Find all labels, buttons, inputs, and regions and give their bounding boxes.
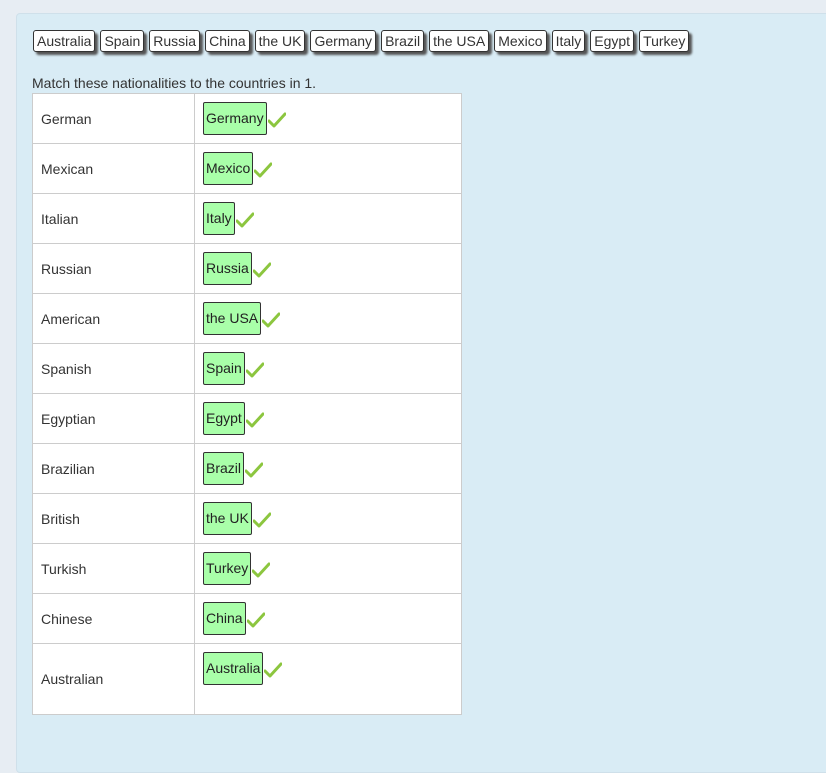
nationality-label: Chinese	[32, 593, 195, 644]
answer-drop-box[interactable]: China	[203, 602, 246, 635]
table-row: Spanish Spain	[32, 343, 462, 394]
table-row: Italian Italy	[32, 193, 462, 244]
answer-cell: Mexico	[194, 143, 462, 194]
word-chip[interactable]: Russia	[149, 30, 201, 52]
check-icon	[245, 462, 264, 477]
check-icon	[252, 562, 271, 577]
answer-drop-box[interactable]: Italy	[203, 202, 235, 235]
check-icon	[254, 162, 273, 177]
nationality-label: Russian	[32, 243, 195, 294]
nationality-label: Egyptian	[32, 393, 195, 444]
answer-drop-box[interactable]: Brazil	[203, 452, 245, 485]
check-icon	[252, 262, 271, 277]
answer-cell: the USA	[194, 293, 462, 344]
word-bank: Australia Spain Russia China the UK Germany Br…	[33, 30, 690, 52]
table-row: Russian Russia	[32, 243, 462, 294]
nationality-label: Turkish	[32, 543, 195, 594]
match-table: German Germany Mexican Mexico Italian Italy Ru…	[32, 93, 462, 715]
answer-cell: Russia	[194, 243, 462, 294]
answer-drop-box[interactable]: Spain	[203, 352, 245, 385]
table-row: Egyptian Egypt	[32, 393, 462, 444]
nationality-label: Italian	[32, 193, 195, 244]
word-chip[interactable]: Turkey	[639, 30, 690, 52]
answer-drop-box[interactable]: Russia	[203, 252, 252, 285]
nationality-label: British	[32, 493, 195, 544]
answer-wrap: Russia	[203, 252, 461, 285]
word-chip[interactable]: Brazil	[381, 30, 425, 52]
answer-wrap: the USA	[203, 302, 461, 335]
word-chip[interactable]: Italy	[551, 30, 586, 52]
answer-drop-box[interactable]: Germany	[203, 102, 267, 135]
nationality-label: Spanish	[32, 343, 195, 394]
instruction-text: Match these nationalities to the countri…	[32, 75, 317, 91]
answer-wrap: Australia	[203, 652, 461, 685]
nationality-label: Australian	[32, 643, 195, 715]
answer-wrap: Egypt	[203, 402, 461, 435]
answer-cell: Turkey	[194, 543, 462, 594]
word-chip[interactable]: Spain	[100, 30, 145, 52]
nationality-label: German	[32, 93, 195, 144]
check-icon	[245, 362, 264, 377]
check-icon	[264, 662, 283, 677]
answer-drop-box[interactable]: Egypt	[203, 402, 245, 435]
answer-cell: Spain	[194, 343, 462, 394]
answer-drop-box[interactable]: the USA	[203, 302, 262, 335]
answer-wrap: China	[203, 602, 461, 635]
answer-wrap: Spain	[203, 352, 461, 385]
answer-cell: Italy	[194, 193, 462, 244]
word-chip[interactable]: China	[205, 30, 250, 52]
answer-drop-box[interactable]: Australia	[203, 652, 264, 685]
answer-cell: China	[194, 593, 462, 644]
word-chip[interactable]: Germany	[310, 30, 377, 52]
check-icon	[246, 612, 265, 627]
table-row: American the USA	[32, 293, 462, 344]
nationality-label: Brazilian	[32, 443, 195, 494]
table-row: Chinese China	[32, 593, 462, 644]
table-row: German Germany	[32, 93, 462, 144]
word-chip[interactable]: Mexico	[494, 30, 547, 52]
answer-cell: Germany	[194, 93, 462, 144]
word-chip[interactable]: the USA	[429, 30, 490, 52]
table-row: Australian Australia	[32, 643, 462, 715]
table-row: Mexican Mexico	[32, 143, 462, 194]
word-chip[interactable]: Australia	[33, 30, 96, 52]
word-chip[interactable]: Egypt	[590, 30, 635, 52]
table-row: Turkish Turkey	[32, 543, 462, 594]
answer-wrap: Germany	[203, 102, 461, 135]
answer-cell: the UK	[194, 493, 462, 544]
answer-drop-box[interactable]: Mexico	[203, 152, 254, 185]
table-row: British the UK	[32, 493, 462, 544]
check-icon	[245, 412, 264, 427]
check-icon	[252, 512, 271, 527]
answer-wrap: Brazil	[203, 452, 461, 485]
nationality-label: Mexican	[32, 143, 195, 194]
answer-wrap: the UK	[203, 502, 461, 535]
check-icon	[262, 312, 281, 327]
check-icon	[235, 212, 254, 227]
answer-wrap: Turkey	[203, 552, 461, 585]
word-chip[interactable]: the UK	[254, 30, 306, 52]
answer-cell: Brazil	[194, 443, 462, 494]
answer-drop-box[interactable]: Turkey	[203, 552, 252, 585]
nationality-label: American	[32, 293, 195, 344]
check-icon	[267, 112, 286, 127]
answer-wrap: Italy	[203, 202, 461, 235]
table-row: Brazilian Brazil	[32, 443, 462, 494]
answer-drop-box[interactable]: the UK	[203, 502, 252, 535]
answer-wrap: Mexico	[203, 152, 461, 185]
answer-cell: Australia	[194, 643, 462, 715]
answer-cell: Egypt	[194, 393, 462, 444]
